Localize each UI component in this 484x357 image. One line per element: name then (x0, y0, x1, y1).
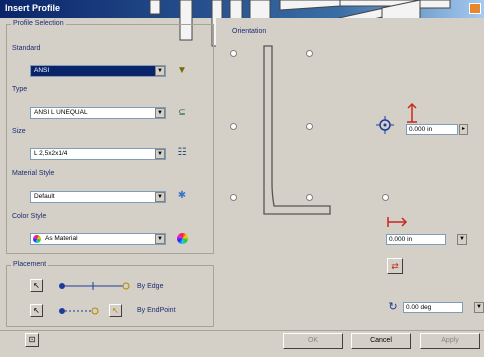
by-endpoint-icon (59, 307, 99, 315)
anchor-radio-middle-center[interactable] (306, 123, 313, 130)
color-picker-icon[interactable] (177, 233, 188, 244)
filter-icon[interactable]: ▼ (175, 65, 189, 77)
help-icon[interactable]: ⊡ (25, 333, 39, 347)
color-style-label: Color Style (12, 213, 47, 220)
material-style-label: Material Style (12, 170, 55, 177)
color-wheel-icon (33, 235, 41, 243)
size-table-icon[interactable]: ☷ (175, 147, 189, 159)
by-endpoint-label: By EndPoint (137, 307, 176, 314)
type-label: Type (12, 86, 28, 93)
chevron-down-icon[interactable]: ▼ (457, 234, 467, 245)
anchor-radio-bottom-center[interactable] (306, 194, 313, 201)
chevron-down-icon[interactable]: ▼ (155, 108, 165, 118)
offset-y-spinner[interactable]: ▸ (459, 124, 468, 135)
chevron-down-icon[interactable]: ▼ (155, 66, 165, 76)
anchor-radio-top-left[interactable] (230, 50, 237, 57)
size-select[interactable]: L 2,5x2x1/4 (30, 148, 166, 160)
by-edge-label: By Edge (137, 283, 164, 290)
bottom-separator (0, 330, 484, 331)
select-cursor-button[interactable]: ↖ (30, 279, 43, 292)
anchor-radio-bottom-left[interactable] (230, 194, 237, 201)
placement-label: Placement (11, 261, 49, 268)
chevron-down-icon[interactable]: ▼ (155, 192, 165, 202)
crosshair-icon[interactable] (376, 116, 394, 134)
ok-button[interactable]: OK (283, 333, 343, 349)
by-edge-icon (59, 282, 130, 290)
dialog-title: Insert Profile (5, 3, 61, 13)
chevron-down-icon[interactable]: ▼ (155, 149, 165, 159)
size-label: Size (12, 128, 26, 135)
chevron-down-icon[interactable]: ▼ (474, 302, 484, 313)
orientation-label: Orientation (230, 28, 269, 35)
select-endpoint-button[interactable]: ↖ (109, 304, 122, 317)
anchor-radio-middle-left[interactable] (230, 123, 237, 130)
cancel-button[interactable]: Cancel (351, 333, 411, 349)
rotation-angle-input[interactable]: 0.00 deg (403, 302, 463, 313)
horizontal-offset-icon (387, 217, 408, 227)
profile-selection-label: Profile Selection (11, 20, 66, 27)
type-select[interactable]: ANSI L UNEQUAL (30, 107, 166, 119)
orientation-panel: Orientation 0.000 in ▸ 0.000 in ▼ ⇄ ↻ 0.… (216, 18, 484, 330)
standard-label: Standard (12, 45, 41, 52)
apply-button[interactable]: Apply (420, 333, 480, 349)
chevron-down-icon[interactable]: ▼ (155, 234, 165, 244)
color-style-select[interactable]: As Material (30, 233, 166, 245)
anchor-radio-top-center[interactable] (306, 50, 313, 57)
mirror-profile-button[interactable]: ⇄ (387, 258, 403, 274)
material-style-select[interactable]: Default (30, 191, 166, 203)
horizontal-offset-input[interactable]: 0.000 in (386, 234, 446, 245)
anchor-radio-bottom-right[interactable] (382, 194, 389, 201)
vertical-offset-icon (407, 102, 417, 123)
placement-group (6, 265, 214, 327)
vertical-offset-input[interactable]: 0.000 in (406, 124, 458, 135)
standard-select[interactable]: ANSI (30, 65, 166, 77)
material-icon[interactable]: ✱ (175, 190, 189, 202)
select-cursor-button[interactable]: ↖ (30, 304, 43, 317)
insert-profile-dialog: Insert Profile Profile Selection Standar… (0, 0, 484, 357)
rotate-icon: ↻ (388, 301, 398, 313)
type-preview-icon[interactable]: ⊆ (175, 106, 189, 118)
profile-shape-preview (263, 45, 331, 215)
